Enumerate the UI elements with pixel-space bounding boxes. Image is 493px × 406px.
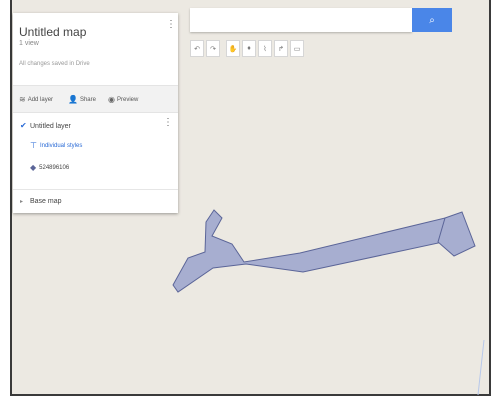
add-layer-label: Add layer	[27, 96, 54, 103]
view-count: 1 view	[19, 40, 39, 47]
add-layer-button[interactable]: ≋ Add layer	[19, 95, 53, 104]
share-person-icon: 👤	[68, 95, 78, 104]
eye-icon: ◉	[108, 95, 115, 104]
layer-style-link[interactable]: ⊤ Individual styles	[30, 141, 82, 150]
ruler-icon[interactable]: ▭	[290, 40, 304, 57]
layers-icon: ≋	[19, 95, 26, 104]
map-options-kebab-icon[interactable]: ⋮	[166, 20, 176, 30]
map-road-line	[477, 339, 485, 396]
drawn-polygon[interactable]	[172, 209, 446, 293]
preview-button[interactable]: ◉ Preview	[108, 95, 138, 104]
layer-visibility-checkbox[interactable]: ✔	[20, 121, 27, 130]
share-label: Share	[79, 96, 96, 103]
layer-name[interactable]: Untitled layer	[30, 123, 71, 130]
share-button[interactable]: 👤 Share	[68, 95, 96, 104]
search-icon: ⌕	[429, 14, 435, 26]
directions-icon[interactable]: ↱	[274, 40, 288, 57]
save-status: All changes saved in Drive	[19, 61, 90, 67]
map-panel: Untitled map 1 view All changes saved in…	[13, 13, 178, 213]
base-map-label: Base map	[30, 198, 62, 205]
base-map-row[interactable]: ▸ Base map	[13, 189, 178, 214]
search-input[interactable]	[190, 8, 412, 32]
feature-item[interactable]: ◆ 524896106	[30, 163, 69, 172]
map-title[interactable]: Untitled map	[19, 25, 86, 39]
preview-label: Preview	[116, 96, 139, 103]
polygon-feature-icon: ◆	[30, 163, 37, 172]
marker-icon[interactable]: ♦	[242, 40, 256, 57]
drawing-toolbar: ↶ ↷ ✋ ♦ ⌇ ↱ ▭	[190, 40, 304, 57]
feature-label: 524896106	[39, 164, 70, 171]
panel-actions-row: ≋ Add layer 👤 Share ◉ Preview	[13, 85, 178, 113]
layer-options-kebab-icon[interactable]: ⋮	[163, 118, 173, 128]
hand-icon[interactable]: ✋	[226, 40, 240, 57]
paint-roller-icon: ⊤	[30, 141, 37, 150]
layer-style-label: Individual styles	[39, 142, 83, 149]
undo-icon[interactable]: ↶	[190, 40, 204, 57]
redo-icon[interactable]: ↷	[206, 40, 220, 57]
search-button[interactable]: ⌕	[412, 8, 452, 32]
line-icon[interactable]: ⌇	[258, 40, 272, 57]
expand-arrow-icon: ▸	[20, 199, 24, 205]
